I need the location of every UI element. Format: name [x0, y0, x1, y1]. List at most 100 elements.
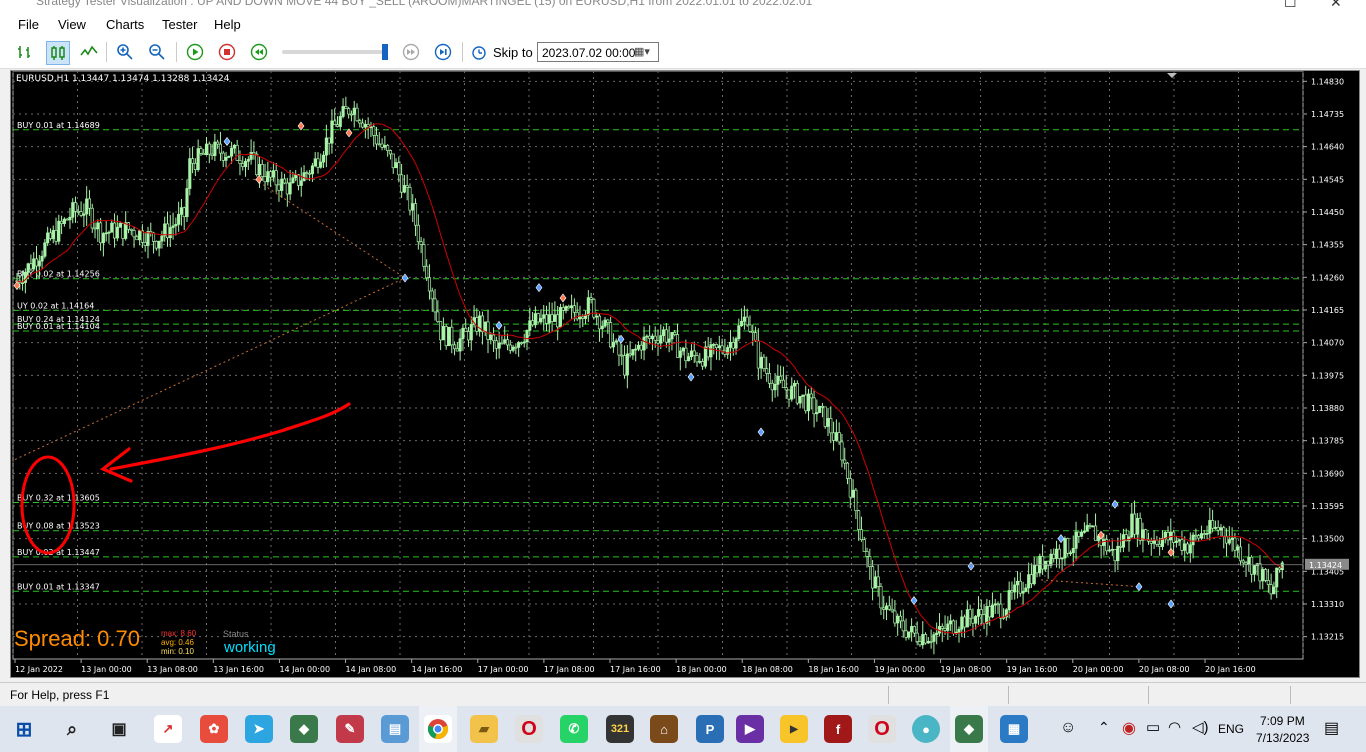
- x-tick-label: 17 Jan 08:00: [544, 665, 595, 674]
- app-player-icon[interactable]: ▶: [780, 715, 808, 743]
- candle-body: [380, 143, 384, 148]
- calendar-dropdown-icon[interactable]: ▦▾: [634, 45, 650, 58]
- chrome-icon[interactable]: [424, 715, 452, 743]
- candle-body: [525, 330, 529, 343]
- language-indicator[interactable]: ENG: [1218, 722, 1244, 736]
- candlestick-icon[interactable]: [46, 41, 70, 65]
- media-player-icon[interactable]: 321: [606, 715, 634, 743]
- bar-chart-icon[interactable]: [14, 41, 36, 63]
- candle-body: [623, 355, 627, 376]
- menu-charts[interactable]: Charts: [106, 17, 144, 32]
- zoom-out-icon[interactable]: [146, 41, 168, 63]
- wifi-icon[interactable]: ◠: [1168, 718, 1181, 736]
- app-tiles-icon[interactable]: ✿: [200, 715, 228, 743]
- file-explorer-icon[interactable]: ▰: [470, 715, 498, 743]
- candle-body: [698, 361, 702, 363]
- app-orb-icon[interactable]: ●: [912, 715, 940, 743]
- candle-body: [904, 630, 908, 638]
- candle-body: [993, 603, 997, 606]
- app-video-editor-icon[interactable]: ▶: [736, 715, 764, 743]
- speed-slider-track[interactable]: [282, 50, 386, 54]
- x-tick-label: 20 Jan 08:00: [1139, 665, 1190, 674]
- chart-canvas[interactable]: 1.14830 1.14735 1.14640 1.14545 1.14450 1.143…: [11, 71, 1359, 677]
- menu-tester[interactable]: Tester: [162, 17, 197, 32]
- telegram-icon[interactable]: ➤: [245, 715, 273, 743]
- candle-body: [943, 628, 947, 631]
- menu-help[interactable]: Help: [214, 17, 241, 32]
- stop-icon[interactable]: [216, 41, 238, 63]
- candle-body: [313, 158, 317, 167]
- fast-forward-icon[interactable]: [400, 41, 422, 63]
- candle-body: [185, 188, 189, 218]
- opera-icon[interactable]: O: [515, 715, 543, 743]
- order-connector: [254, 178, 406, 279]
- volume-icon[interactable]: ◁): [1192, 718, 1209, 736]
- windows-start-icon[interactable]: ⊞: [10, 715, 38, 743]
- opera-gx-icon[interactable]: O: [868, 715, 896, 743]
- notification-icon[interactable]: ▤: [1324, 718, 1339, 738]
- candle-body: [848, 478, 852, 498]
- antivirus-icon[interactable]: ◉: [1122, 718, 1136, 738]
- candle-body: [935, 632, 939, 635]
- menu-file[interactable]: File: [18, 17, 39, 32]
- candle-body: [302, 172, 306, 182]
- candle-body: [107, 231, 111, 234]
- app-p-icon[interactable]: P: [696, 715, 724, 743]
- app-brush-icon[interactable]: ✎: [336, 715, 364, 743]
- candle-body: [790, 385, 794, 400]
- metatrader-icon[interactable]: ◆: [290, 715, 318, 743]
- candle-body: [779, 375, 783, 381]
- metatrader-active-icon[interactable]: ◆: [955, 715, 983, 743]
- candle-body: [1247, 556, 1251, 565]
- candle-body: [294, 174, 298, 179]
- people-icon[interactable]: ☺: [1060, 719, 1076, 737]
- candle-body: [422, 244, 426, 267]
- candle-body: [1110, 549, 1114, 551]
- candle-body: [517, 342, 521, 348]
- app-flash-icon[interactable]: f: [824, 715, 852, 743]
- app-chip-icon[interactable]: ▦: [1000, 715, 1028, 743]
- candle-body: [191, 158, 195, 164]
- candle-body: [1052, 553, 1056, 559]
- candle-body: [751, 330, 755, 333]
- app-arc-icon[interactable]: ⌂: [650, 715, 678, 743]
- rewind-icon[interactable]: [248, 41, 270, 63]
- skip-end-icon[interactable]: [432, 41, 454, 63]
- maximize-button[interactable]: ☐: [1284, 0, 1297, 11]
- buy-marker: [401, 273, 409, 283]
- clock-time[interactable]: 7:09 PM: [1260, 714, 1305, 728]
- candle-body: [533, 313, 537, 326]
- candle-body: [310, 165, 314, 175]
- menu-view[interactable]: View: [58, 17, 86, 32]
- candle-body: [595, 315, 599, 318]
- shift-marker-icon: [1167, 73, 1177, 78]
- candle-body: [1119, 545, 1123, 548]
- clock-date[interactable]: 7/13/2023: [1256, 731, 1309, 745]
- candle-body: [1155, 540, 1159, 545]
- app-chart-icon[interactable]: ↗: [154, 715, 182, 743]
- candle-body: [767, 373, 772, 384]
- candle-body: [1015, 580, 1020, 586]
- candle-body: [1252, 565, 1256, 575]
- candle-body: [561, 307, 565, 311]
- candle-body: [692, 350, 696, 356]
- candle-body: [65, 218, 69, 221]
- close-button[interactable]: ✕: [1330, 0, 1342, 11]
- task-view-icon[interactable]: ▣: [105, 715, 133, 743]
- search-icon[interactable]: ⌕: [58, 715, 86, 743]
- app-tray-icon[interactable]: ▭: [1146, 718, 1160, 736]
- zoom-in-icon[interactable]: [114, 41, 136, 63]
- spread-max: max: 8.60: [161, 629, 197, 638]
- chevron-up-icon[interactable]: ⌃: [1098, 719, 1110, 736]
- candle-body: [603, 319, 607, 327]
- y-tick-label: 1.14165: [1311, 306, 1344, 315]
- line-chart-icon[interactable]: [78, 41, 100, 63]
- calculator-icon[interactable]: ▤: [381, 715, 409, 743]
- candle-body: [366, 124, 370, 128]
- whatsapp-icon[interactable]: ✆: [560, 715, 588, 743]
- skip-to-icon[interactable]: [468, 41, 490, 63]
- speed-slider-thumb[interactable]: [382, 44, 388, 60]
- price-chart[interactable]: 1.14830 1.14735 1.14640 1.14545 1.14450 1.143…: [10, 70, 1360, 678]
- play-icon[interactable]: [184, 41, 206, 63]
- skip-date-picker[interactable]: 2023.07.02 00:00 ▦▾: [537, 42, 659, 62]
